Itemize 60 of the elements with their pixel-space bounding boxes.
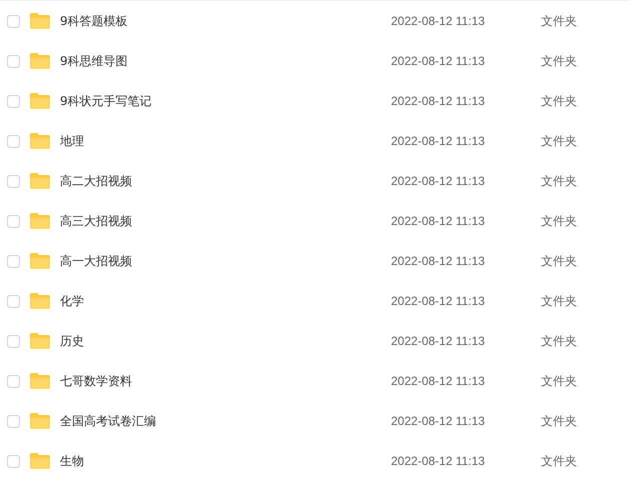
modified-date: 2022-08-12 11:13 — [391, 373, 485, 390]
file-type: 文件夹 — [541, 13, 577, 30]
modified-date: 2022-08-12 11:13 — [391, 413, 485, 430]
file-type: 文件夹 — [541, 93, 577, 110]
folder-icon — [30, 93, 50, 109]
folder-icon — [30, 253, 50, 269]
folder-icon — [30, 133, 50, 149]
checkbox[interactable] — [7, 214, 20, 228]
file-type: 文件夹 — [541, 173, 577, 190]
file-type: 文件夹 — [541, 213, 577, 230]
folder-icon — [30, 53, 50, 69]
folder-icon — [30, 413, 50, 429]
file-name[interactable]: 9科状元手写笔记 — [60, 92, 380, 110]
file-name[interactable]: 9科答题模板 — [60, 12, 380, 30]
checkbox[interactable] — [7, 454, 20, 468]
file-type: 文件夹 — [541, 373, 577, 390]
checkbox[interactable] — [7, 254, 20, 268]
folder-icon — [30, 293, 50, 309]
file-name[interactable]: 化学 — [60, 292, 380, 310]
folder-icon — [30, 453, 50, 469]
modified-date: 2022-08-12 11:13 — [391, 133, 485, 150]
file-type: 文件夹 — [541, 333, 577, 350]
file-name[interactable]: 生物 — [60, 452, 380, 470]
checkbox[interactable] — [7, 54, 20, 68]
file-name[interactable]: 历史 — [60, 332, 380, 350]
file-name[interactable]: 全国高考试卷汇编 — [60, 412, 380, 430]
modified-date: 2022-08-12 11:13 — [391, 173, 485, 190]
modified-date: 2022-08-12 11:13 — [391, 333, 485, 350]
checkbox[interactable] — [7, 14, 20, 28]
file-type: 文件夹 — [541, 413, 577, 430]
modified-date: 2022-08-12 11:13 — [391, 293, 485, 310]
file-type: 文件夹 — [541, 293, 577, 310]
folder-icon — [30, 213, 50, 229]
modified-date: 2022-08-12 11:13 — [391, 53, 485, 70]
checkbox[interactable] — [7, 294, 20, 308]
file-name[interactable]: 9科思维导图 — [60, 52, 380, 70]
file-type: 文件夹 — [541, 453, 577, 470]
file-type: 文件夹 — [541, 133, 577, 150]
checkbox[interactable] — [7, 174, 20, 188]
file-name[interactable]: 高二大招视频 — [60, 172, 380, 190]
modified-date: 2022-08-12 11:13 — [391, 13, 485, 30]
folder-icon — [30, 373, 50, 389]
modified-date: 2022-08-12 11:13 — [391, 453, 485, 470]
file-type: 文件夹 — [541, 53, 577, 70]
checkbox[interactable] — [7, 134, 20, 148]
file-name[interactable]: 七哥数学资料 — [60, 372, 380, 390]
checkbox[interactable] — [7, 414, 20, 428]
checkbox[interactable] — [7, 94, 20, 108]
file-name[interactable]: 地理 — [60, 132, 380, 150]
modified-date: 2022-08-12 11:13 — [391, 93, 485, 110]
file-name[interactable]: 高一大招视频 — [60, 252, 380, 270]
modified-date: 2022-08-12 11:13 — [391, 253, 485, 270]
folder-icon — [30, 173, 50, 189]
checkbox[interactable] — [7, 334, 20, 348]
file-type: 文件夹 — [541, 253, 577, 270]
checkbox[interactable] — [7, 374, 20, 388]
modified-date: 2022-08-12 11:13 — [391, 213, 485, 230]
file-name[interactable]: 高三大招视频 — [60, 212, 380, 230]
folder-icon — [30, 333, 50, 349]
folder-icon — [30, 13, 50, 29]
